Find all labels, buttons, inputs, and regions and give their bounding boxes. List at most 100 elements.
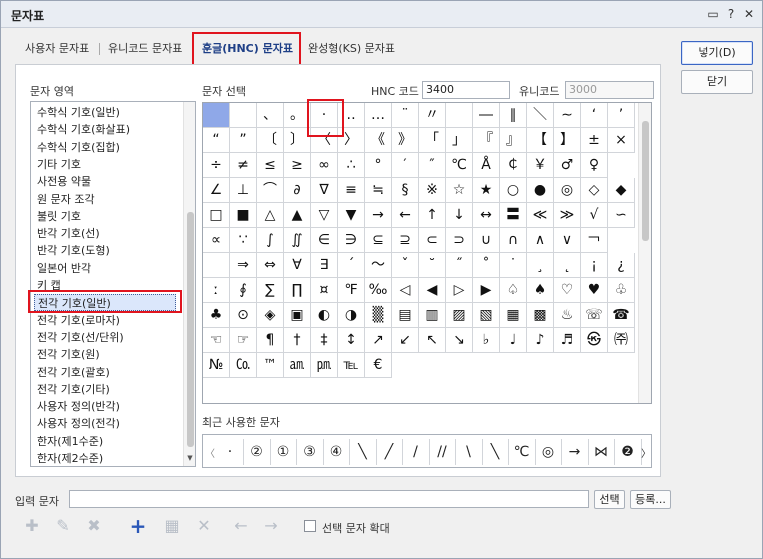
char-cell[interactable]: ×: [608, 128, 635, 153]
area-list-item[interactable]: 사전용 약물: [37, 173, 91, 190]
char-cell[interactable]: ⌒: [257, 178, 284, 203]
recent-char-cell[interactable]: \: [456, 439, 483, 465]
char-cell[interactable]: ¶: [257, 328, 284, 353]
char-cell[interactable]: 」: [446, 128, 473, 153]
area-list-item[interactable]: 불릿 기호: [37, 208, 81, 225]
char-cell[interactable]: ☏: [581, 303, 608, 328]
char-cell[interactable]: ∬: [284, 228, 311, 253]
char-cell[interactable]: ⇔: [257, 253, 284, 278]
char-cell[interactable]: ☞: [230, 328, 257, 353]
char-cell[interactable]: ㏇: [230, 353, 257, 378]
char-cell[interactable]: ¡: [581, 253, 608, 278]
char-cell[interactable]: ―: [473, 103, 500, 128]
char-cell[interactable]: ◈: [257, 303, 284, 328]
char-cell[interactable]: →: [365, 203, 392, 228]
char-cell[interactable]: ♬: [554, 328, 581, 353]
char-cell[interactable]: ▧: [473, 303, 500, 328]
char-cell[interactable]: ¤: [311, 278, 338, 303]
char-cell[interactable]: ♪: [527, 328, 554, 353]
recent-char-cell[interactable]: ❷: [615, 439, 642, 465]
recent-char-cell[interactable]: ⋈: [588, 439, 615, 465]
char-cell[interactable]: 》: [392, 128, 419, 153]
recent-char-cell[interactable]: ◎: [535, 439, 562, 465]
char-cell[interactable]: 】: [554, 128, 581, 153]
char-cell[interactable]: √: [581, 203, 608, 228]
char-cell[interactable]: ∂: [284, 178, 311, 203]
area-list-item[interactable]: 수학식 기호(일반): [37, 104, 120, 121]
char-cell[interactable]: ː: [203, 278, 230, 303]
recent-char-cell[interactable]: ③: [297, 439, 324, 465]
recent-chars[interactable]: 〈 · ② ① ③ ④ ╲ ╱ ///\ ╲ ℃ ◎ → ⋈ ❷ 〉: [202, 434, 652, 468]
char-cell[interactable]: ～: [365, 253, 392, 278]
char-cell[interactable]: ∧: [527, 228, 554, 253]
char-cell[interactable]: ￠: [500, 153, 527, 178]
char-cell[interactable]: [203, 103, 230, 128]
char-cell[interactable]: ℃: [446, 153, 473, 178]
char-cell[interactable]: ¸: [527, 253, 554, 278]
char-cell[interactable]: †: [284, 328, 311, 353]
char-cell[interactable]: ∴: [338, 153, 365, 178]
char-cell[interactable]: “: [203, 128, 230, 153]
area-list-item[interactable]: 원 문자 조각: [37, 191, 95, 208]
char-cell[interactable]: Å: [473, 153, 500, 178]
char-cell[interactable]: ⊆: [365, 228, 392, 253]
char-cell[interactable]: 「: [419, 128, 446, 153]
area-list-item[interactable]: 전각 기호(로마자): [37, 312, 120, 329]
char-cell[interactable]: ▨: [446, 303, 473, 328]
char-cell[interactable]: ◐: [311, 303, 338, 328]
recent-char-cell[interactable]: →: [562, 439, 589, 465]
char-cell[interactable]: ∋: [338, 228, 365, 253]
area-scrollbar[interactable]: ▼: [183, 102, 195, 466]
char-cell[interactable]: ▽: [311, 203, 338, 228]
edit-table-icon[interactable]: ▦: [160, 514, 184, 538]
char-cell[interactable]: ‡: [311, 328, 338, 353]
char-cell[interactable]: ▒: [365, 303, 392, 328]
char-cell[interactable]: ∀: [284, 253, 311, 278]
recent-char-cell[interactable]: ╱: [376, 439, 403, 465]
char-cell[interactable]: ♂: [554, 153, 581, 178]
char-cell[interactable]: ℉: [338, 278, 365, 303]
char-cell[interactable]: ∪: [473, 228, 500, 253]
enlarge-checkbox[interactable]: [304, 520, 316, 532]
char-cell[interactable]: ♀: [581, 153, 608, 178]
char-cell[interactable]: ‰: [365, 278, 392, 303]
hnc-code-field[interactable]: 3400: [422, 81, 510, 99]
recent-char-cell[interactable]: //: [429, 439, 456, 465]
char-cell[interactable]: ▣: [284, 303, 311, 328]
close-icon[interactable]: ✕: [741, 6, 757, 22]
char-cell[interactable]: ㏘: [311, 353, 338, 378]
char-cell[interactable]: ￢: [581, 228, 608, 253]
char-cell[interactable]: ≪: [527, 203, 554, 228]
char-cell[interactable]: ∥: [500, 103, 527, 128]
char-cell[interactable]: △: [257, 203, 284, 228]
char-cell[interactable]: ▲: [284, 203, 311, 228]
grid-scrollbar[interactable]: [638, 103, 651, 403]
char-cell[interactable]: ↙: [392, 328, 419, 353]
char-cell[interactable]: ♨: [554, 303, 581, 328]
char-cell[interactable]: □: [203, 203, 230, 228]
char-cell[interactable]: ◀: [419, 278, 446, 303]
char-cell[interactable]: ∫: [257, 228, 284, 253]
char-cell[interactable]: ≥: [284, 153, 311, 178]
char-cell[interactable]: ″: [419, 153, 446, 178]
area-list-item[interactable]: 수학식 기호(화살표): [37, 121, 130, 138]
char-cell[interactable]: ◎: [554, 178, 581, 203]
area-list-item[interactable]: 한자(제2수준): [37, 450, 103, 466]
char-cell[interactable]: ♭: [473, 328, 500, 353]
char-cell[interactable]: ㉿: [581, 328, 608, 353]
char-cell[interactable]: ▤: [392, 303, 419, 328]
char-cell[interactable]: ˇ: [392, 253, 419, 278]
char-cell[interactable]: ◇: [581, 178, 608, 203]
char-cell[interactable]: ∩: [500, 228, 527, 253]
char-cell[interactable]: ∞: [311, 153, 338, 178]
char-cell[interactable]: ↕: [338, 328, 365, 353]
area-list-item[interactable]: 반각 기호(도형): [37, 242, 110, 259]
char-cell[interactable]: ∽: [608, 203, 635, 228]
char-cell[interactable]: ☎: [608, 303, 635, 328]
char-cell[interactable]: [230, 103, 257, 128]
char-cell[interactable]: ♣: [203, 303, 230, 328]
char-cell[interactable]: ←: [392, 203, 419, 228]
char-cell[interactable]: €: [365, 353, 392, 378]
char-cell[interactable]: ☜: [203, 328, 230, 353]
char-cell[interactable]: ▶: [473, 278, 500, 303]
